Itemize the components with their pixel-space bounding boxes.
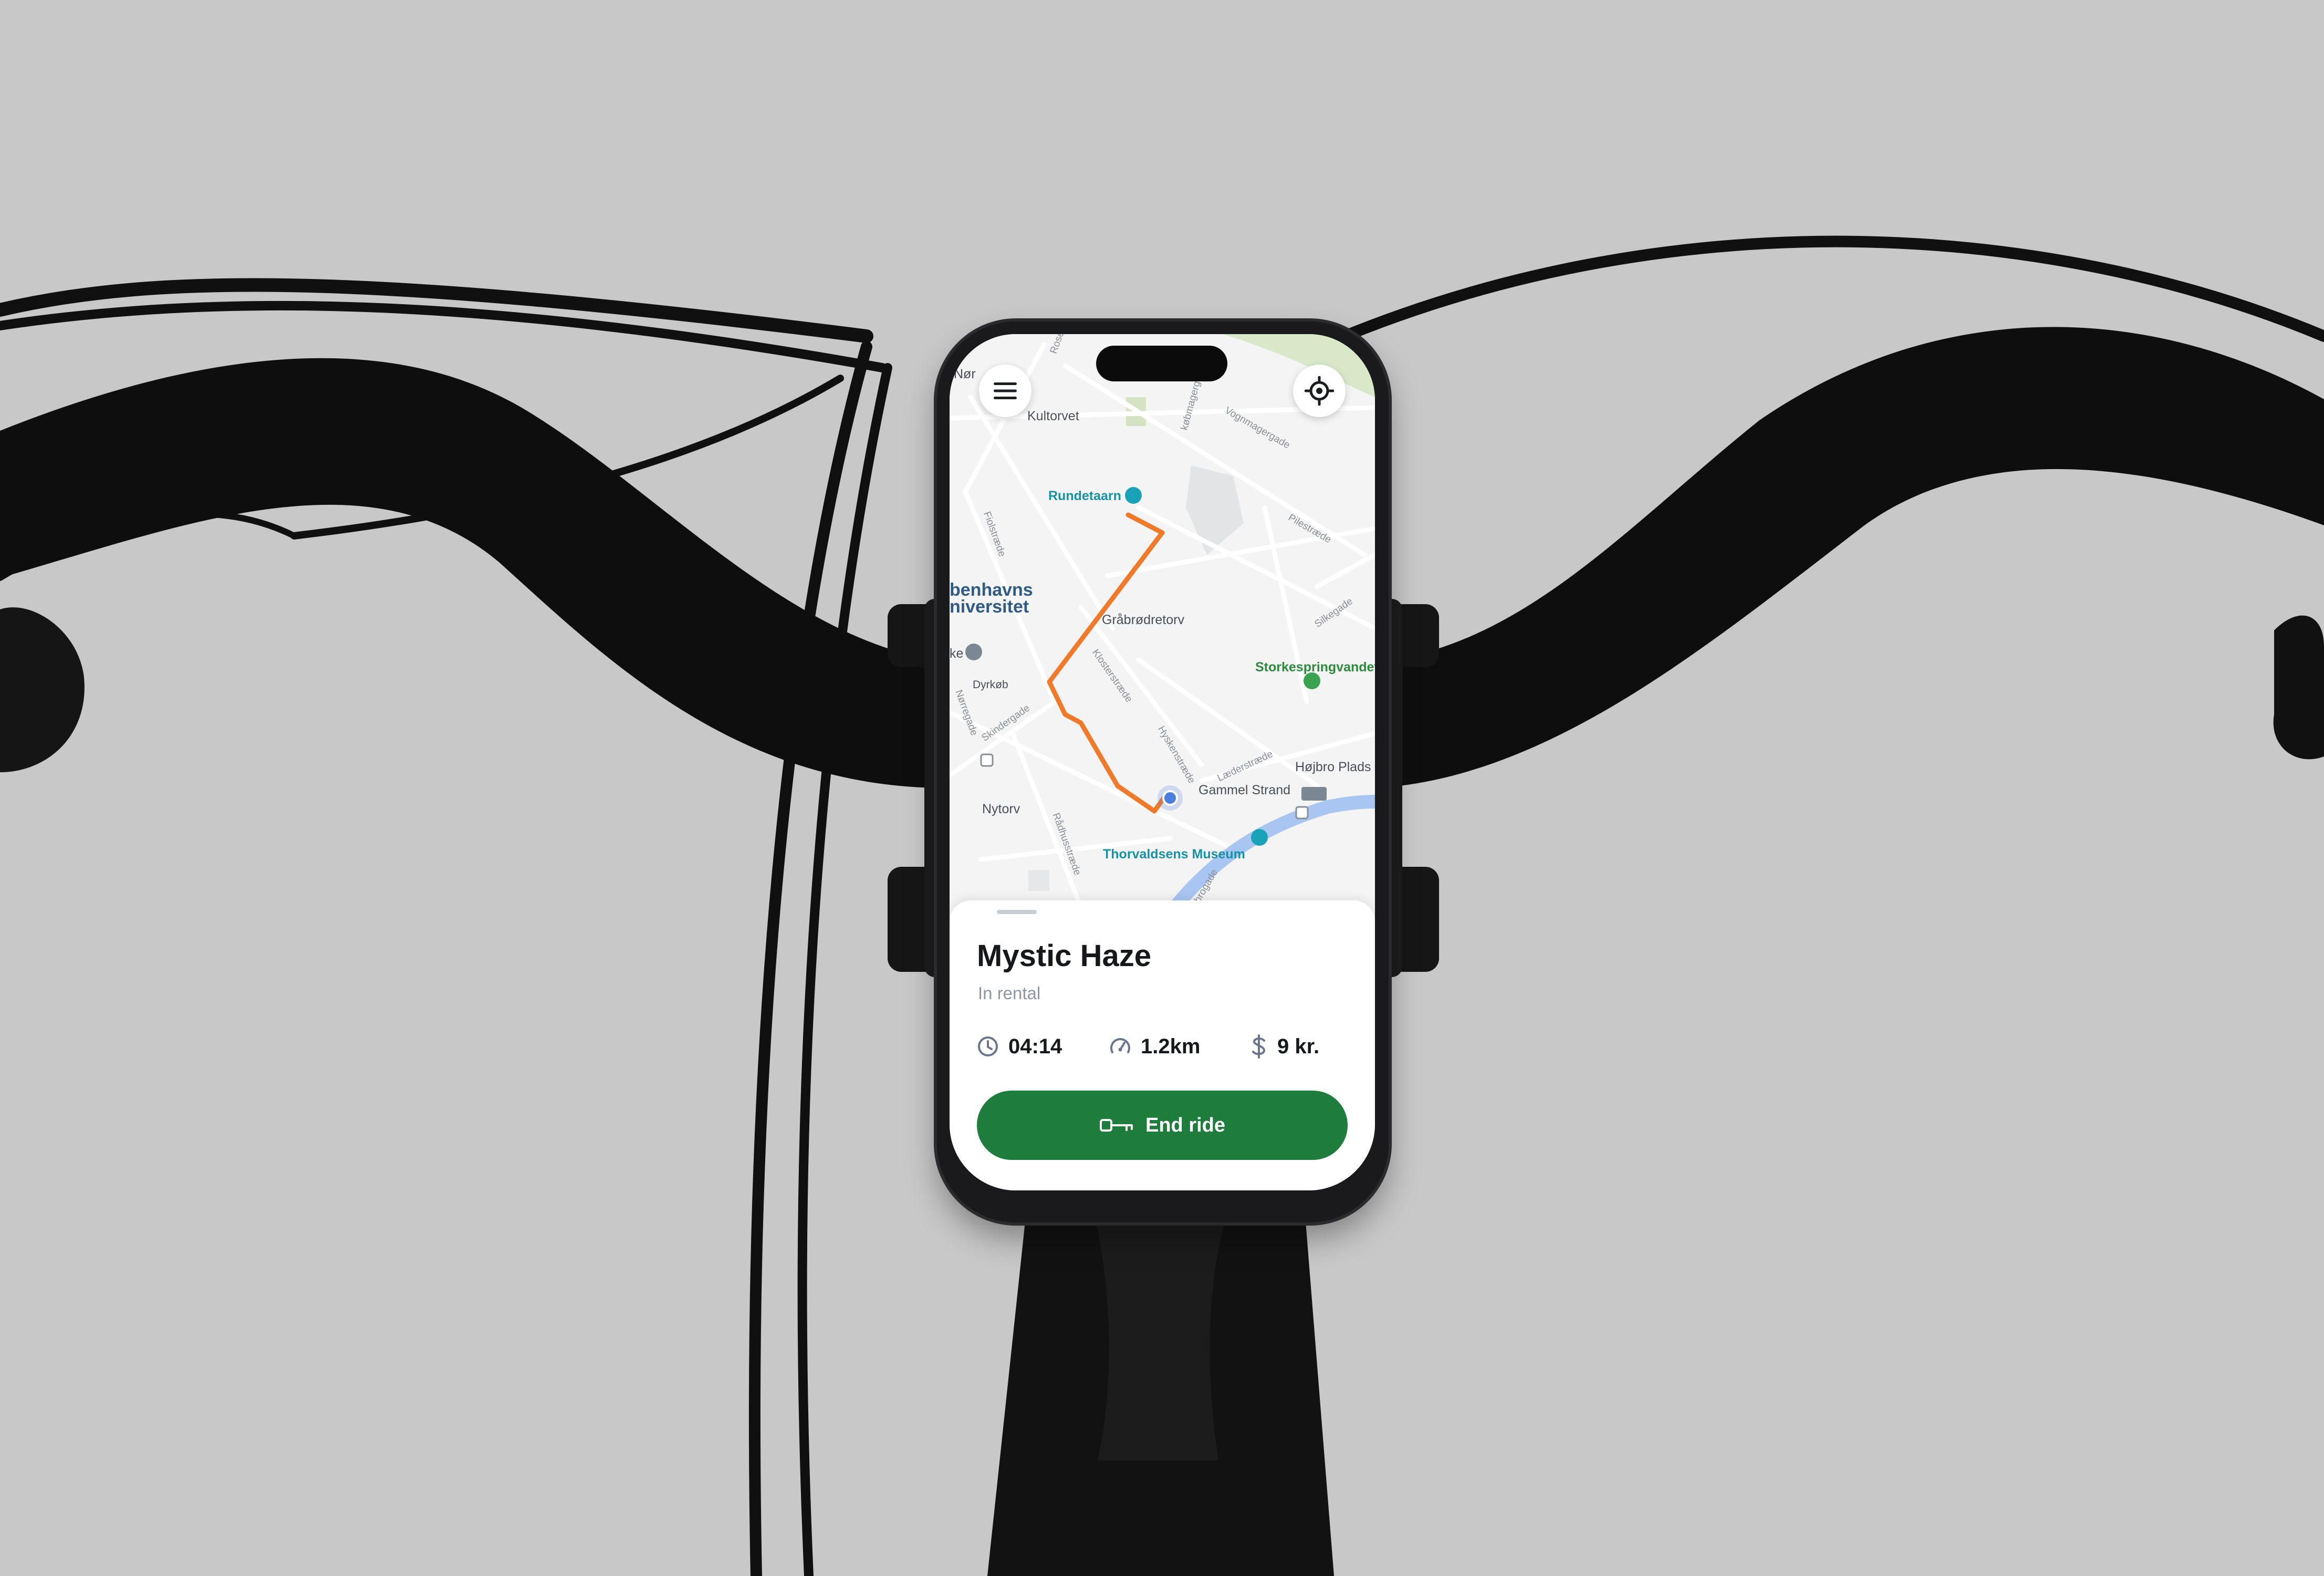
map-label-kultorvet: Kultorvet (1027, 409, 1079, 423)
map-label-thorvaldsens-museum[interactable]: Thorvaldsens Museum (1103, 847, 1245, 862)
building-block (1028, 870, 1049, 891)
church-marker-icon[interactable] (965, 644, 982, 660)
map-label-university-1: benhavns (950, 580, 1033, 600)
end-ride-button[interactable]: End ride (977, 1091, 1348, 1160)
ride-duration-stat: 04:14 (977, 1032, 1062, 1061)
ride-distance-stat: 1.2km (1109, 1032, 1200, 1061)
phone-screen: Rosen Vognmagergade købmagergade Pilestr… (950, 334, 1375, 1190)
crosshair-locate-icon (1305, 376, 1334, 406)
ride-duration-value: 04:14 (1008, 1034, 1062, 1058)
ride-bottom-sheet[interactable]: Mystic Haze In rental 04:14 1.2km 9 kr. (950, 900, 1375, 1190)
bike-name: Mystic Haze (977, 939, 1152, 973)
metro-station-icon[interactable] (1301, 787, 1327, 801)
sheet-drag-handle[interactable] (997, 910, 1037, 914)
map-label-grabrodretorv: Gråbrødretorv (1102, 613, 1184, 627)
map-label-dyrkob: Dyrkøb (973, 679, 1008, 691)
rundetaarn-marker-icon[interactable] (1125, 487, 1142, 504)
bus-stop-icon[interactable] (1295, 806, 1309, 820)
map-label-gammel-strand: Gammel Strand (1199, 783, 1291, 797)
rental-status: In rental (978, 983, 1041, 1003)
map-label-hojbro-plads: Højbro Plads (1295, 760, 1371, 774)
end-ride-label: End ride (1145, 1114, 1226, 1136)
bus-stop-icon[interactable] (980, 753, 994, 767)
map-label-university-2: niversitet (950, 597, 1029, 617)
menu-button[interactable] (979, 365, 1031, 417)
ride-distance-value: 1.2km (1141, 1034, 1201, 1058)
map-label-rundetaarn[interactable]: Rundetaarn (1048, 489, 1121, 504)
ride-price-stat: 9 kr. (1250, 1032, 1319, 1061)
dollar-icon (1252, 1034, 1265, 1059)
current-location-dot (1162, 790, 1178, 806)
hamburger-menu-icon (994, 382, 1017, 399)
map-label-nytorv: Nytorv (982, 802, 1020, 816)
map-label: ke (950, 646, 964, 661)
ride-price-value: 9 kr. (1277, 1034, 1320, 1058)
locate-me-button[interactable] (1293, 365, 1346, 417)
speedometer-icon (1110, 1038, 1130, 1053)
clock-icon (978, 1036, 998, 1056)
map-label-storkespringvandet[interactable]: Storkespringvandet (1255, 660, 1375, 675)
museum-marker-icon[interactable] (1251, 829, 1268, 846)
key-icon (1099, 1119, 1133, 1132)
map-label: Nør (954, 367, 976, 381)
dynamic-island (1096, 346, 1227, 381)
